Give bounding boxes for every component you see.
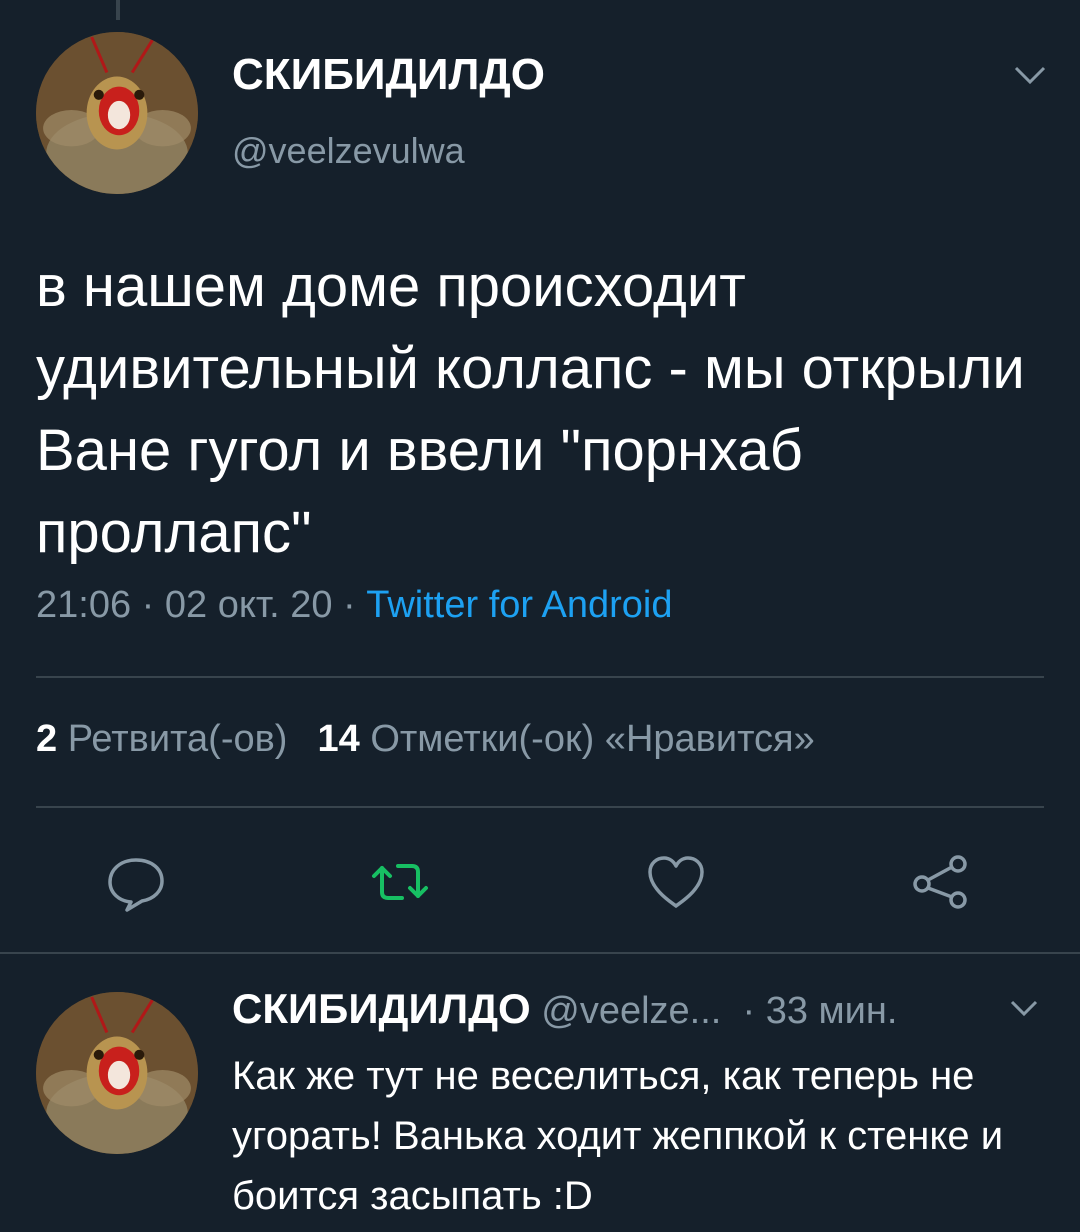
retweet-button[interactable] — [368, 850, 432, 914]
like-button[interactable] — [644, 850, 708, 914]
section-divider — [0, 952, 1080, 954]
reply-menu-button[interactable] — [1004, 994, 1044, 1024]
tweet-source-link[interactable]: Twitter for Android — [366, 584, 672, 626]
meta-separator: · — [141, 584, 155, 626]
reply-text: Как же тут не веселиться, как теперь не … — [232, 1054, 1004, 1218]
author-handle[interactable]: @veelzevulwa — [232, 130, 465, 172]
reply-author-handle[interactable]: @veelze... — [541, 990, 721, 1032]
tweet-meta: 21:06 · 02 окт. 20 · Twitter for Android — [36, 584, 673, 627]
reply-header: СКИБИДИЛДО @veelze... · 33 мин. — [232, 985, 897, 1033]
retweets-count: 2 — [36, 718, 58, 760]
reply-avatar[interactable] — [36, 992, 198, 1154]
chevron-down-icon — [1014, 66, 1046, 85]
likes-count: 14 — [317, 718, 360, 760]
meta-separator: · — [343, 584, 356, 626]
avatar-image — [36, 992, 198, 1154]
tweet-time: 21:06 — [36, 584, 132, 626]
reply-time: 33 мин. — [765, 990, 898, 1032]
chevron-down-icon — [1010, 1000, 1038, 1017]
retweets-stat[interactable]: 2 Ретвита(-ов) — [36, 718, 287, 760]
likes-label: Отметки(-ок) «Нравится» — [370, 718, 815, 760]
avatar-image — [36, 32, 198, 194]
tweet-date: 02 окт. 20 — [164, 584, 333, 626]
reply-author-name[interactable]: СКИБИДИЛДО — [232, 985, 531, 1032]
reply-button[interactable] — [104, 850, 168, 914]
likes-stat[interactable]: 14 Отметки(-ок) «Нравится» — [317, 718, 814, 760]
retweets-label: Ретвита(-ов) — [67, 718, 288, 760]
divider — [36, 676, 1044, 678]
tweet-text: в нашем доме происходит удивительный кол… — [36, 254, 1025, 565]
reply-icon — [108, 858, 164, 912]
divider — [36, 806, 1044, 808]
author-display-name[interactable]: СКИБИДИЛДО — [232, 50, 545, 100]
share-button[interactable] — [908, 850, 972, 914]
heart-icon — [648, 856, 704, 908]
meta-separator: · — [742, 990, 756, 1032]
tweet-stats: 2 Ретвита(-ов) 14 Отметки(-ок) «Нравится» — [36, 718, 815, 761]
tweet-menu-button[interactable] — [1008, 58, 1052, 92]
avatar[interactable] — [36, 32, 198, 194]
thread-connector-line — [116, 0, 120, 20]
retweet-icon — [372, 864, 428, 900]
share-icon — [913, 855, 967, 909]
